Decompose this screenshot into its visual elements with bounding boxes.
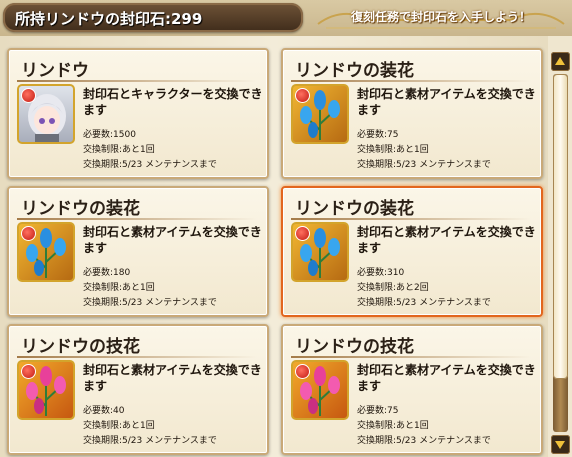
element-badge-icon (21, 88, 36, 103)
exchange-limit: 交換制限:あと1回 (83, 421, 155, 431)
title-divider (291, 218, 531, 220)
mission-text: 復刻任務で封印石を入手しよう！ (350, 10, 531, 24)
required-count: 必要数:1500 (83, 130, 136, 140)
exchange-period: 交換期限:5/23 メンテナンスまで (83, 436, 217, 446)
pink-gentian-flower-icon (17, 360, 75, 420)
top-bar: 所持リンドウの封印石:299 復刻任務で封印石を入手しよう！ (0, 0, 572, 36)
title-divider (17, 218, 257, 220)
element-badge-icon (295, 88, 310, 103)
exchange-card[interactable]: リンドウの技花 封印石と素材アイテムを交換できます 必要数:75 交換制限:あと… (281, 324, 543, 455)
element-badge-icon (295, 226, 310, 241)
exchange-card[interactable]: リンドウ 封印石とキャラクターを交換できます 必要数:1500 交換制限:あと1… (7, 48, 269, 179)
exchange-period: 交換期限:5/23 メンテナンスまで (357, 298, 491, 308)
card-description: 封印石と素材アイテムを交換できます (357, 225, 536, 255)
exchange-period: 交換期限:5/23 メンテナンスまで (357, 436, 491, 446)
pink-gentian-flower-icon (291, 360, 349, 420)
title-divider (17, 80, 257, 82)
blue-gentian-flower-icon (291, 222, 349, 282)
exchange-period: 交換期限:5/23 メンテナンスまで (83, 298, 217, 308)
title-divider (291, 356, 531, 358)
exchange-card[interactable]: リンドウの装花 封印石と素材アイテムを交換できます 必要数:75 交換制限:あと… (281, 48, 543, 179)
exchange-card[interactable]: リンドウの装花 封印石と素材アイテムを交換できます 必要数:310 交換制限:あ… (281, 186, 543, 317)
arrow-up-icon (555, 57, 565, 65)
required-count: 必要数:40 (83, 406, 125, 416)
exchange-card[interactable]: リンドウの技花 封印石と素材アイテムを交換できます 必要数:40 交換制限:あと… (7, 324, 269, 455)
element-badge-icon (21, 364, 36, 379)
card-title: リンドウ (21, 61, 89, 81)
title-divider (17, 356, 257, 358)
card-title: リンドウの装花 (295, 61, 414, 81)
exchange-limit: 交換制限:あと1回 (83, 283, 155, 293)
mission-banner[interactable]: 復刻任務で封印石を入手しよう！ (312, 2, 570, 32)
blue-gentian-flower-icon (291, 84, 349, 144)
element-badge-icon (295, 364, 310, 379)
arrow-down-icon (555, 441, 565, 449)
element-badge-icon (21, 226, 36, 241)
card-description: 封印石と素材アイテムを交換できます (357, 363, 536, 393)
required-count: 必要数:75 (357, 130, 399, 140)
card-title: リンドウの装花 (21, 199, 140, 219)
exchange-limit: 交換制限:あと1回 (83, 145, 155, 155)
exchange-limit: 交換制限:あと1回 (357, 421, 429, 431)
scroll-down-button[interactable] (551, 435, 570, 454)
scroll-thumb[interactable] (553, 74, 568, 379)
card-description: 封印石と素材アイテムを交換できます (83, 225, 262, 255)
card-title: リンドウの装花 (295, 199, 414, 219)
stone-count-panel: 所持リンドウの封印石:299 (3, 3, 303, 32)
card-description: 封印石と素材アイテムを交換できます (83, 363, 262, 393)
card-title: リンドウの技花 (295, 337, 414, 357)
blue-gentian-flower-icon (17, 222, 75, 282)
title-divider (291, 80, 531, 82)
stone-count-label: 所持リンドウの封印石:299 (15, 10, 203, 28)
required-count: 必要数:180 (83, 268, 131, 278)
character-portrait-icon (17, 84, 75, 144)
exchange-limit: 交換制限:あと1回 (357, 145, 429, 155)
exchange-limit: 交換制限:あと2回 (357, 283, 429, 293)
card-description: 封印石とキャラクターを交換できます (83, 87, 263, 117)
exchange-card[interactable]: リンドウの装花 封印石と素材アイテムを交換できます 必要数:180 交換制限:あ… (7, 186, 269, 317)
scroll-up-button[interactable] (551, 52, 570, 71)
scrollbar[interactable] (551, 52, 570, 454)
required-count: 必要数:75 (357, 406, 399, 416)
exchange-period: 交換期限:5/23 メンテナンスまで (357, 160, 491, 170)
exchange-period: 交換期限:5/23 メンテナンスまで (83, 160, 217, 170)
card-title: リンドウの技花 (21, 337, 140, 357)
required-count: 必要数:310 (357, 268, 405, 278)
card-description: 封印石と素材アイテムを交換できます (357, 87, 536, 117)
